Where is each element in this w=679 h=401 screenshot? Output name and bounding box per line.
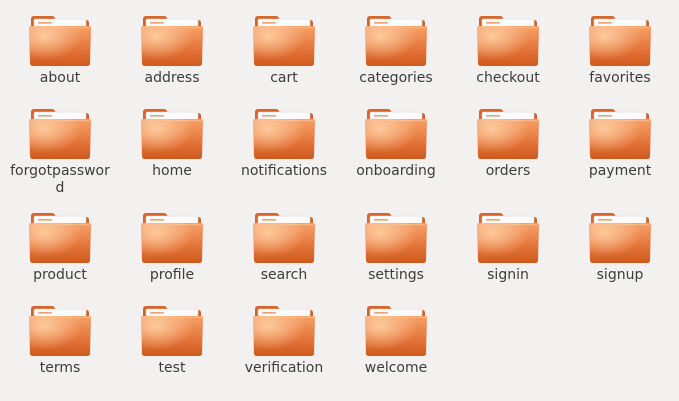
folder-label: profile bbox=[149, 267, 195, 283]
folder-icon bbox=[589, 109, 651, 159]
folder-label: payment bbox=[588, 163, 652, 179]
folder-item-terms[interactable]: terms bbox=[8, 304, 112, 377]
folder-icon bbox=[141, 213, 203, 263]
folder-icon bbox=[141, 109, 203, 159]
folder-label: about bbox=[39, 70, 81, 86]
folder-item-forgotpassword[interactable]: forgotpassword bbox=[8, 107, 112, 197]
folder-item-orders[interactable]: orders bbox=[456, 107, 560, 180]
folder-label: cart bbox=[270, 70, 298, 86]
folder-icon bbox=[253, 16, 315, 66]
folder-item-about[interactable]: about bbox=[8, 14, 112, 87]
folder-icon bbox=[365, 213, 427, 263]
folder-label: onboarding bbox=[356, 163, 436, 179]
folder-icon bbox=[29, 16, 91, 66]
folder-label: forgotpassword bbox=[10, 163, 110, 196]
folder-label: search bbox=[260, 267, 308, 283]
folder-icon bbox=[29, 109, 91, 159]
folder-icon bbox=[365, 109, 427, 159]
folder-icon bbox=[589, 213, 651, 263]
folder-grid: about address cart categories checkout favori… bbox=[0, 0, 679, 401]
folder-icon bbox=[477, 109, 539, 159]
folder-label: checkout bbox=[476, 70, 540, 86]
folder-item-address[interactable]: address bbox=[120, 14, 224, 87]
folder-label: signin bbox=[487, 267, 529, 283]
folder-item-signup[interactable]: signup bbox=[568, 211, 672, 284]
folder-label: product bbox=[33, 267, 87, 283]
folder-item-onboarding[interactable]: onboarding bbox=[344, 107, 448, 180]
folder-item-settings[interactable]: settings bbox=[344, 211, 448, 284]
folder-item-cart[interactable]: cart bbox=[232, 14, 336, 87]
folder-icon bbox=[29, 306, 91, 356]
folder-item-product[interactable]: product bbox=[8, 211, 112, 284]
folder-item-signin[interactable]: signin bbox=[456, 211, 560, 284]
folder-item-welcome[interactable]: welcome bbox=[344, 304, 448, 377]
folder-label: categories bbox=[359, 70, 433, 86]
folder-icon bbox=[253, 213, 315, 263]
folder-label: notifications bbox=[240, 163, 328, 179]
folder-label: terms bbox=[39, 360, 81, 376]
folder-label: test bbox=[158, 360, 186, 376]
folder-icon bbox=[141, 306, 203, 356]
folder-label: settings bbox=[368, 267, 424, 283]
folder-label: favorites bbox=[589, 70, 651, 86]
folder-item-search[interactable]: search bbox=[232, 211, 336, 284]
folder-item-home[interactable]: home bbox=[120, 107, 224, 180]
folder-item-payment[interactable]: payment bbox=[568, 107, 672, 180]
folder-label: orders bbox=[485, 163, 531, 179]
folder-item-checkout[interactable]: checkout bbox=[456, 14, 560, 87]
folder-icon bbox=[253, 306, 315, 356]
folder-label: home bbox=[152, 163, 192, 179]
folder-icon bbox=[365, 306, 427, 356]
folder-item-verification[interactable]: verification bbox=[232, 304, 336, 377]
folder-item-categories[interactable]: categories bbox=[344, 14, 448, 87]
folder-item-profile[interactable]: profile bbox=[120, 211, 224, 284]
folder-icon bbox=[365, 16, 427, 66]
folder-icon bbox=[253, 109, 315, 159]
folder-icon bbox=[589, 16, 651, 66]
folder-item-favorites[interactable]: favorites bbox=[568, 14, 672, 87]
folder-label: address bbox=[144, 70, 200, 86]
folder-icon bbox=[141, 16, 203, 66]
folder-icon bbox=[477, 213, 539, 263]
folder-label: verification bbox=[244, 360, 324, 376]
folder-label: signup bbox=[596, 267, 644, 283]
folder-item-test[interactable]: test bbox=[120, 304, 224, 377]
folder-item-notifications[interactable]: notifications bbox=[232, 107, 336, 180]
folder-label: welcome bbox=[364, 360, 428, 376]
folder-icon bbox=[29, 213, 91, 263]
folder-icon bbox=[477, 16, 539, 66]
